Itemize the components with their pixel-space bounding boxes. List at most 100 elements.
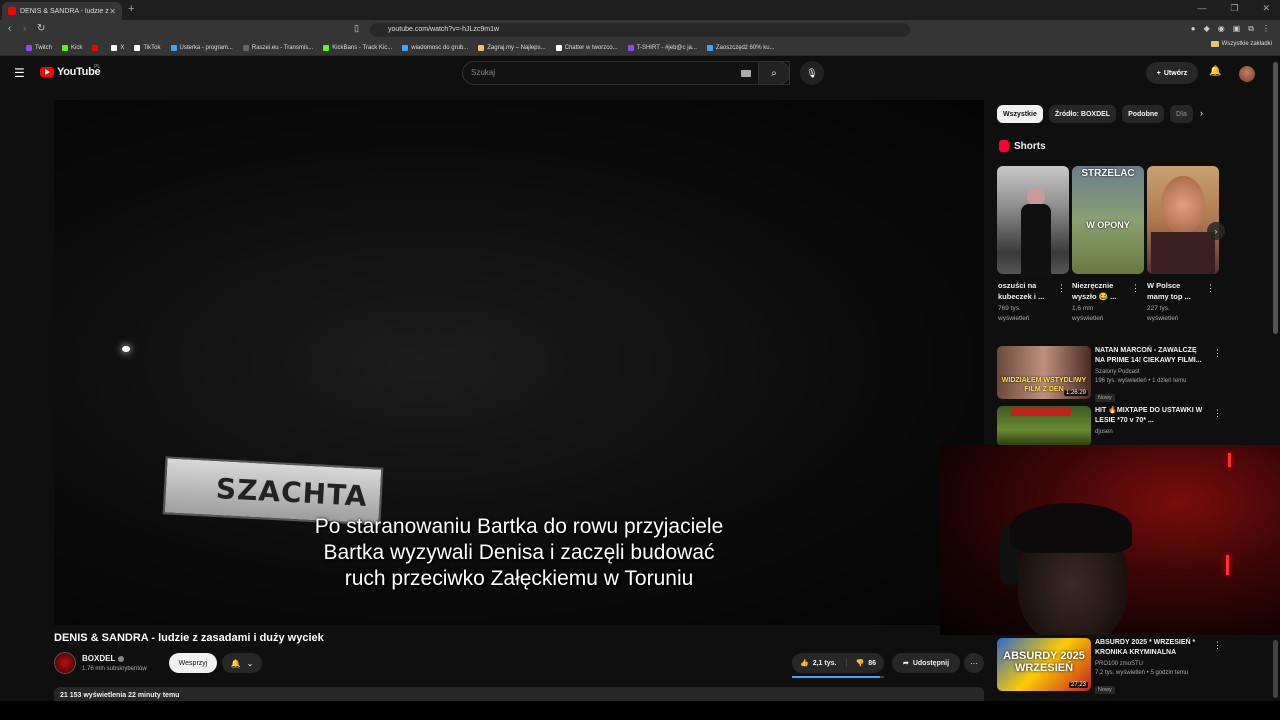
- more-vertical-icon[interactable]: ⋮: [1213, 640, 1222, 651]
- video-thumbnail[interactable]: [997, 406, 1091, 446]
- extension-icon[interactable]: ◉: [1218, 24, 1225, 34]
- bookmark-item[interactable]: Kick: [62, 44, 83, 51]
- extension-icon[interactable]: ⧉: [1248, 24, 1254, 34]
- bookmark-favicon-icon: [62, 44, 69, 51]
- create-button[interactable]: + Utwórz: [1146, 62, 1198, 84]
- recommendation-title[interactable]: ABSURDY 2025 * WRZESIEŃ * KRONIKA KRYMIN…: [1095, 638, 1207, 658]
- video-player[interactable]: SZACHTA Po staranowaniu Bartka do rowu p…: [54, 100, 984, 625]
- video-thumbnail[interactable]: WIDZIAŁEM WSTYDLIWY FILM Z DEN 1:26:29: [997, 346, 1091, 399]
- more-vertical-icon[interactable]: ⋮: [1213, 408, 1222, 419]
- recommendation-channel[interactable]: Szalony Podcast: [1095, 368, 1207, 377]
- close-window-icon[interactable]: ✕: [1262, 3, 1270, 14]
- like-ratio-fill: [792, 676, 881, 678]
- extension-icon[interactable]: ▣: [1233, 24, 1241, 34]
- menu-hamburger-icon[interactable]: ☰: [14, 66, 25, 80]
- short-title[interactable]: mamy top ...: [1147, 291, 1213, 302]
- keyboard-icon[interactable]: [741, 70, 751, 77]
- user-avatar[interactable]: [1239, 66, 1255, 82]
- more-vertical-icon[interactable]: ⋮: [1057, 283, 1066, 294]
- short-meta: Niezręcznie wyszło 😂 ... 1,6 mln wyświet…: [1072, 280, 1138, 324]
- bookmark-item[interactable]: KickBans - Track Kic...: [323, 44, 392, 51]
- bookmark-item[interactable]: Twitch: [26, 44, 52, 51]
- bookmark-item[interactable]: T-SHIRT - #jeb@c ja...: [627, 44, 697, 51]
- notifications-bell-icon[interactable]: 🔔: [1209, 66, 1221, 77]
- address-bar[interactable]: youtube.com/watch?v=-hJLzc9m1w: [370, 23, 910, 37]
- chip-from-channel[interactable]: Źródło: BOXDEL: [1048, 105, 1117, 123]
- reload-icon[interactable]: ↻: [37, 23, 45, 34]
- search-input[interactable]: Szukaj: [462, 61, 790, 85]
- extension-icon[interactable]: ◆: [1204, 24, 1210, 34]
- minimize-icon[interactable]: —: [1197, 3, 1206, 14]
- bookmark-item[interactable]: Zagraj.my – Najleps...: [478, 44, 546, 51]
- plus-icon: +: [1156, 69, 1161, 77]
- video-duration: 27:23: [1068, 682, 1088, 688]
- short-title[interactable]: W Polsce: [1147, 280, 1213, 291]
- shorts-next-button[interactable]: ›: [1207, 222, 1225, 240]
- bookmark-favicon-icon: [555, 44, 562, 51]
- more-vertical-icon[interactable]: ⋮: [1131, 283, 1140, 294]
- browser-tab-strip: DENIS & SANDRA - ludzie z z... ✕ + — ❐ ✕: [0, 0, 1280, 20]
- short-thumbnail[interactable]: STRZELAC W OPONY: [1072, 166, 1144, 274]
- short-title[interactable]: Niezręcznie: [1072, 280, 1138, 291]
- new-tab-icon[interactable]: +: [128, 3, 134, 15]
- back-icon[interactable]: ‹: [8, 23, 11, 34]
- recommendation-item[interactable]: WIDZIAŁEM WSTYDLIWY FILM Z DEN 1:26:29 N…: [997, 346, 1222, 402]
- recommendation-title[interactable]: NATAN MARCOŃ - ZAWALCZĘ NA PRIME 14! CIE…: [1095, 346, 1207, 366]
- subscription-bell-button[interactable]: 🔔 ⌄: [222, 653, 262, 673]
- extension-icon[interactable]: ●: [1191, 24, 1196, 34]
- share-button[interactable]: ➦ Udostępnij: [892, 653, 960, 673]
- more-vertical-icon[interactable]: ⋮: [1213, 348, 1222, 359]
- chevron-right-icon[interactable]: ›: [1200, 108, 1203, 118]
- recommendation-title[interactable]: HIT 🔥MIXTAPE DO USTAWKI W LESIE *70 v 70…: [1095, 406, 1207, 426]
- channel-avatar[interactable]: [54, 652, 76, 674]
- short-title[interactable]: kubeczek i ...: [998, 291, 1064, 302]
- voice-search-button[interactable]: 🎙: [800, 61, 824, 85]
- description-box[interactable]: 21 153 wyświetlenia 22 minuty temu: [54, 687, 984, 701]
- bookmark-favicon-icon: [26, 44, 32, 51]
- short-title[interactable]: oszuści na: [998, 280, 1064, 291]
- dislike-button[interactable]: 👎 86: [847, 659, 876, 668]
- bookmark-item[interactable]: Raszei.eu - Transmis...: [242, 44, 313, 51]
- recommendation-channel[interactable]: PRO100 zmoSTU: [1095, 660, 1207, 669]
- short-thumbnail[interactable]: [1147, 166, 1219, 274]
- channel-name[interactable]: BOXDEL: [82, 654, 125, 663]
- scrollbar-thumb[interactable]: [1273, 62, 1278, 334]
- bookmark-item[interactable]: Chatter w tworzco...: [555, 44, 618, 51]
- bookmark-item[interactable]: [92, 44, 101, 51]
- bookmark-icon[interactable]: ▯: [354, 23, 359, 34]
- scrollbar-track[interactable]: [1273, 640, 1278, 698]
- bookmark-favicon-icon: [134, 44, 141, 51]
- forward-icon[interactable]: ›: [23, 23, 26, 34]
- recommendation-item[interactable]: ABSURDY 2025 WRZESIEŃ 27:23 ABSURDY 2025…: [997, 638, 1222, 694]
- menu-icon[interactable]: ⋮: [1262, 24, 1270, 34]
- bookmark-item[interactable]: TikTok: [134, 44, 161, 51]
- bookmark-label: Usterka - program...: [179, 44, 233, 51]
- bookmark-item[interactable]: Usterka - program...: [170, 44, 233, 51]
- bookmark-label: Kick: [71, 44, 83, 51]
- restore-icon[interactable]: ❐: [1230, 3, 1238, 14]
- youtube-logo[interactable]: YouTube PL: [40, 64, 101, 78]
- support-button[interactable]: Wesprzyj: [169, 653, 217, 673]
- bookmark-item[interactable]: Zaoszczędź 60% ku...: [706, 44, 775, 51]
- chip-for-you[interactable]: Dla: [1170, 105, 1193, 123]
- like-button[interactable]: 👍 2,1 tys.: [792, 659, 848, 667]
- chip-related[interactable]: Podobne: [1122, 105, 1165, 123]
- short-thumbnail[interactable]: [997, 166, 1069, 274]
- chip-all[interactable]: Wszystkie: [997, 105, 1043, 123]
- video-thumbnail[interactable]: ABSURDY 2025 WRZESIEŃ 27:23: [997, 638, 1091, 691]
- search-button[interactable]: ⌕: [758, 61, 790, 85]
- bookmark-item[interactable]: X: [111, 44, 124, 51]
- thumbnail-banner: [1011, 408, 1071, 416]
- close-tab-icon[interactable]: ✕: [109, 7, 116, 16]
- browser-tab[interactable]: DENIS & SANDRA - ludzie z z... ✕: [2, 2, 122, 20]
- short-views: 227 tys.: [1147, 305, 1170, 312]
- short-title[interactable]: wyszło 😂 ...: [1072, 291, 1138, 302]
- more-vertical-icon[interactable]: ⋮: [1206, 283, 1215, 294]
- bookmark-item[interactable]: wiadomosc do grub...: [402, 44, 468, 51]
- all-bookmarks[interactable]: Wszystkie zakładki: [1210, 41, 1272, 47]
- microphone-icon: 🎙: [806, 67, 818, 78]
- recommendation-channel[interactable]: djusen: [1095, 428, 1207, 437]
- bookmarks-bar: Twitch Kick X TikTok Usterka - program... Ras…: [0, 40, 1280, 56]
- subtitle-line: Po staranowaniu Bartka do rowu przyjacie…: [314, 515, 724, 538]
- more-actions-button[interactable]: ⋯: [964, 653, 984, 673]
